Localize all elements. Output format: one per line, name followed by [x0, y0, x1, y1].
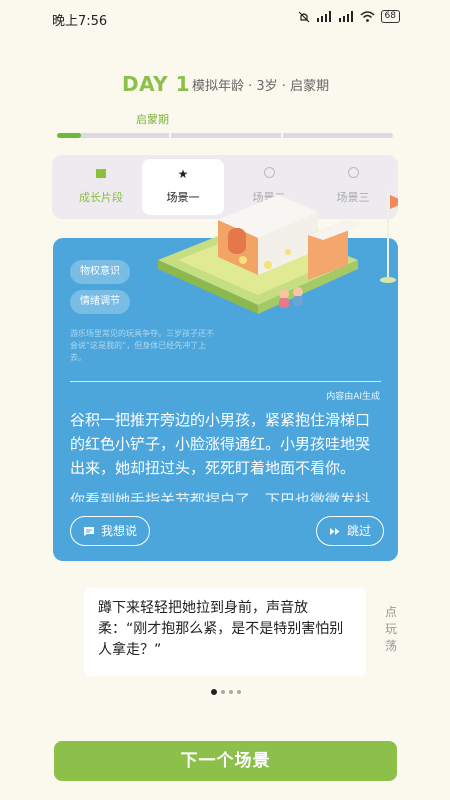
- side-hint[interactable]: 点玩荡: [385, 604, 399, 655]
- next-scene-button[interactable]: 下一个场景: [54, 741, 397, 781]
- day-subtitle: 模拟年龄 · 3岁 · 启蒙期: [192, 79, 330, 94]
- battery-icon: 68: [380, 10, 400, 23]
- status-bar: 晚上7:56 68: [0, 0, 450, 36]
- tab-growth-segments[interactable]: 成长片段: [60, 159, 142, 215]
- status-icons: 68: [298, 10, 400, 23]
- page-dot: [237, 690, 241, 694]
- page-dot-active: [211, 689, 217, 695]
- story-text: 谷积一把推开旁边的小男孩，紧紧抱住滑梯口的红色小铲子，小脸涨得通红。小男孩哇地哭…: [70, 411, 371, 477]
- mute-icon: [298, 11, 309, 22]
- progress-fill: [57, 133, 81, 138]
- circle-icon: [262, 167, 276, 181]
- progress-bar: [57, 133, 393, 138]
- status-time: 晚上7:56: [52, 14, 108, 29]
- speak-button[interactable]: 我想说: [70, 516, 151, 546]
- pagination-dots: [211, 689, 241, 695]
- fast-forward-icon: [330, 527, 340, 535]
- book-icon: [94, 167, 108, 181]
- circle-icon: [346, 167, 360, 181]
- star-icon: ★: [177, 167, 189, 181]
- choice-option-card[interactable]: 蹲下来轻轻把她拉到身前，声音放柔：“刚才抱那么紧，是不是特别害怕别人拿走？”: [84, 588, 366, 676]
- chat-icon: [84, 526, 94, 536]
- divider: [70, 381, 381, 382]
- day-title: DAY 1: [122, 72, 191, 96]
- scene-note: 游乐场里常见的玩具争夺。三岁孩子还不会说“这是我的”，但身体已经先冲了上去。: [70, 329, 214, 362]
- speak-button-label: 我想说: [101, 524, 138, 538]
- ai-generated-note: 内容由AI生成: [326, 392, 380, 402]
- page-dot: [229, 690, 233, 694]
- wifi-icon: [360, 11, 375, 22]
- tag-emotion: 情绪调节: [70, 290, 130, 314]
- skip-button-label: 跳过: [347, 524, 372, 538]
- tab-label: 成长片段: [79, 191, 123, 204]
- progress-tick: [281, 133, 283, 138]
- page-dot: [221, 690, 225, 694]
- signal-icon: [316, 11, 331, 22]
- signal-icon-2: [338, 11, 353, 22]
- stage-label: 启蒙期: [136, 113, 169, 126]
- progress-tick: [169, 133, 171, 138]
- playground-illustration: [158, 190, 398, 314]
- story-text-continued: 你看到她手指关节都捏白了，下巴也微微发抖: [70, 491, 371, 502]
- skip-button[interactable]: 跳过: [316, 516, 385, 546]
- tag-ownership: 物权意识: [70, 260, 130, 284]
